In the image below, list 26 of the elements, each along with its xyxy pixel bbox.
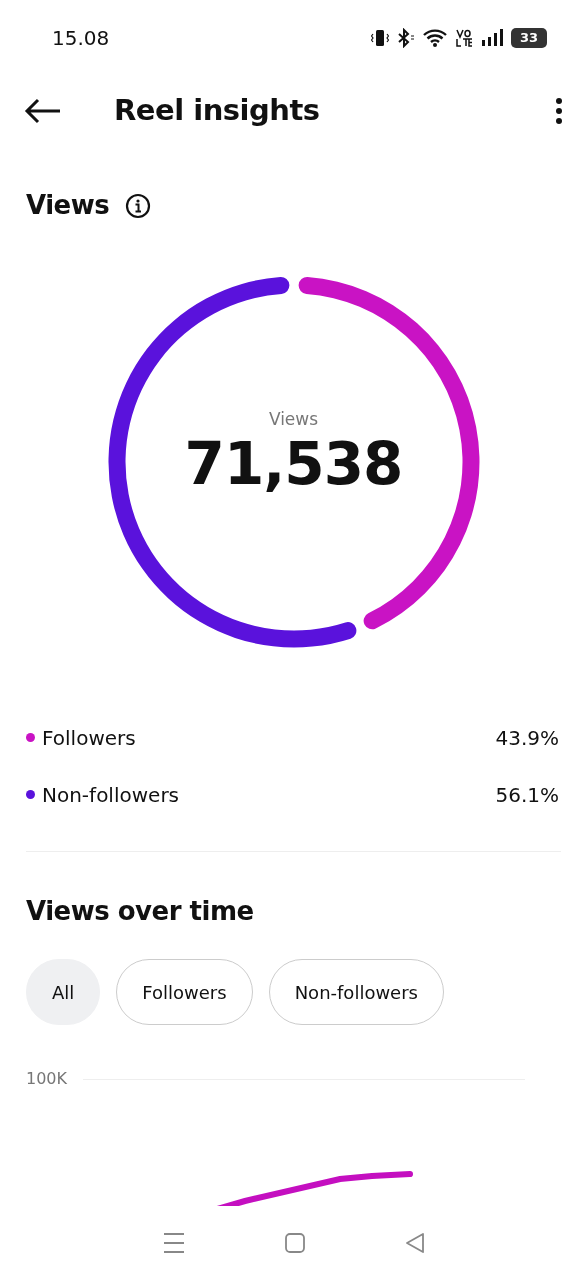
more-options-icon[interactable]: [555, 97, 563, 125]
menu-icon[interactable]: [162, 1232, 185, 1254]
volte-icon: [455, 28, 473, 48]
donut-label: Views: [268, 408, 319, 432]
legend-value: 56.1%: [495, 781, 559, 809]
axis-label: 100K: [26, 1068, 68, 1090]
section-title: Views: [26, 189, 110, 222]
section-title: Views over time: [26, 896, 254, 926]
signal-icon: [481, 28, 503, 48]
filter-chip[interactable]: Non-followers: [268, 959, 444, 1025]
donut-value: 71,538: [184, 432, 403, 497]
battery-icon: 33: [511, 28, 547, 48]
filter-chip[interactable]: All: [26, 959, 101, 1025]
page-title: Reel insights: [114, 92, 320, 130]
legend-label: Followers: [42, 724, 136, 752]
home-icon[interactable]: [284, 1233, 305, 1253]
vibrate-icon: [371, 28, 389, 48]
filter-chip[interactable]: Followers: [116, 959, 253, 1025]
wifi-icon: [423, 28, 447, 48]
back-icon[interactable]: [404, 1232, 425, 1254]
back-arrow-icon[interactable]: [24, 98, 62, 124]
legend-value: 43.9%: [495, 724, 559, 752]
legend-label: Non-followers: [42, 781, 180, 809]
status-time: 15.08: [52, 25, 110, 52]
bluetooth-icon: [397, 28, 415, 48]
info-icon[interactable]: [125, 192, 152, 219]
